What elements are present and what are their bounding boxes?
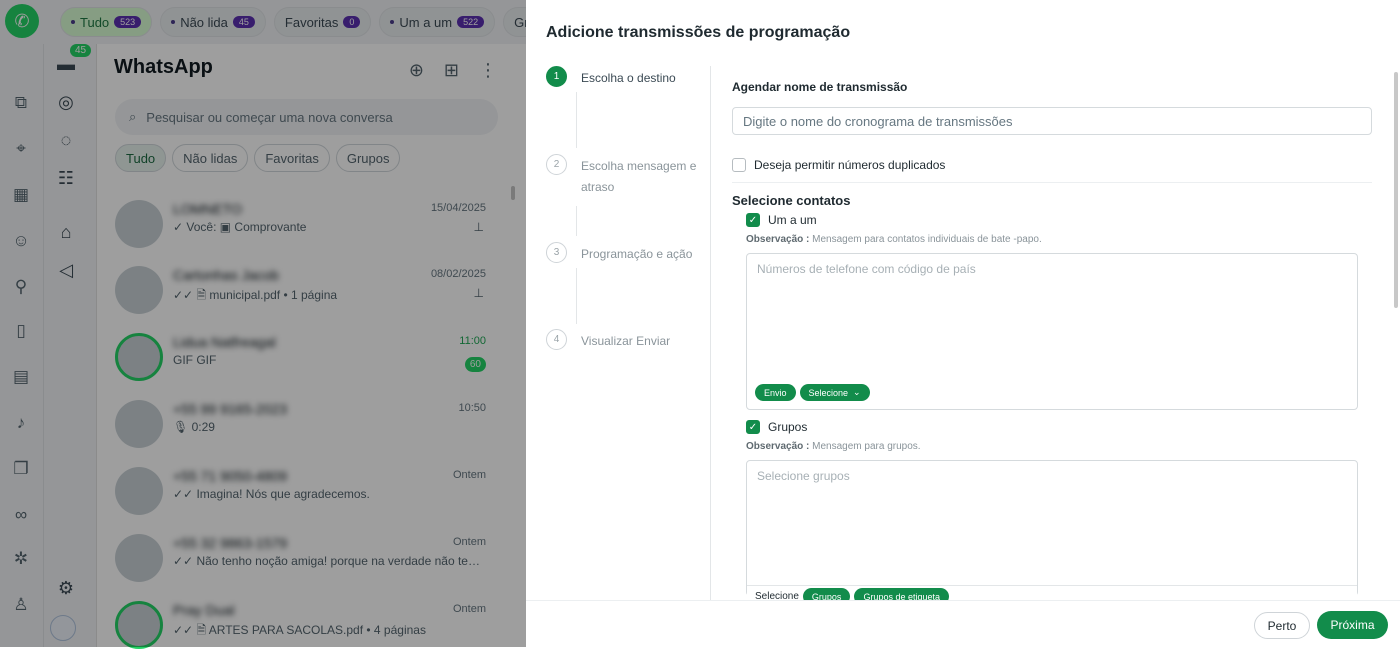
modal-footer: Perto Próxima bbox=[526, 600, 1400, 647]
schedule-broadcast-modal: Adicione transmissões de programação 1 E… bbox=[526, 0, 1400, 647]
send-button[interactable]: Envio bbox=[755, 384, 796, 401]
one-to-one-label: Um a um bbox=[768, 213, 817, 227]
groups-label: Grupos bbox=[768, 420, 808, 434]
one-to-one-note: Observação : Mensagem para contatos indi… bbox=[746, 234, 1042, 245]
modal-title: Adicione transmissões de programação bbox=[546, 24, 851, 41]
phone-box-actions: Envio Selecione ⌄ bbox=[755, 384, 870, 401]
step-number: 4 bbox=[546, 329, 567, 350]
groups-row[interactable]: ✓ Grupos bbox=[746, 420, 807, 434]
broadcast-name-label: Agendar nome de transmissão bbox=[732, 80, 908, 94]
next-button[interactable]: Próxima bbox=[1317, 611, 1388, 639]
modal-backdrop[interactable] bbox=[0, 0, 526, 647]
step-label: Escolha mensagem e atraso bbox=[581, 159, 697, 194]
section-divider bbox=[732, 182, 1372, 183]
broadcast-name-input[interactable]: Digite o nome do cronograma de transmiss… bbox=[732, 107, 1372, 135]
phone-numbers-placeholder: Números de telefone com código de país bbox=[757, 262, 976, 276]
duplicates-checkbox[interactable] bbox=[732, 158, 746, 172]
step-number: 1 bbox=[546, 66, 567, 87]
note-prefix: Observação : bbox=[746, 441, 810, 452]
note-prefix: Observação : bbox=[746, 234, 810, 245]
groups-placeholder: Selecione grupos bbox=[757, 469, 850, 483]
groups-note: Observação : Mensagem para grupos. bbox=[746, 441, 921, 452]
groups-select-box[interactable]: Selecione grupos Selecione Grupos Grupos… bbox=[746, 460, 1358, 607]
step-connector bbox=[576, 92, 577, 148]
note-text: Mensagem para grupos. bbox=[812, 441, 921, 452]
step-label: Visualizar Enviar bbox=[581, 334, 671, 348]
one-to-one-row[interactable]: ✓ Um a um bbox=[746, 213, 817, 227]
duplicates-row[interactable]: Deseja permitir números duplicados bbox=[732, 158, 945, 172]
select-label: Selecione bbox=[808, 387, 849, 398]
one-to-one-checkbox[interactable]: ✓ bbox=[746, 213, 760, 227]
chevron-down-icon: ⌄ bbox=[853, 387, 861, 397]
stepper-divider bbox=[710, 66, 711, 601]
step-connector bbox=[576, 206, 577, 236]
contacts-section-title: Selecione contatos bbox=[732, 193, 851, 208]
modal-scrollbar[interactable] bbox=[1394, 72, 1398, 308]
note-text: Mensagem para contatos individuais de ba… bbox=[812, 234, 1042, 245]
step-number: 2 bbox=[546, 154, 567, 175]
step-number: 3 bbox=[546, 242, 567, 263]
close-button[interactable]: Perto bbox=[1254, 612, 1310, 639]
step-connector bbox=[576, 268, 577, 324]
duplicates-label: Deseja permitir números duplicados bbox=[754, 158, 946, 172]
step-label: Escolha o destino bbox=[581, 71, 676, 85]
phone-numbers-textarea[interactable]: Números de telefone com código de país E… bbox=[746, 253, 1358, 410]
select-dropdown-button[interactable]: Selecione ⌄ bbox=[799, 384, 870, 401]
step-label: Programação e ação bbox=[581, 247, 693, 261]
groups-checkbox[interactable]: ✓ bbox=[746, 420, 760, 434]
stepper: 1 Escolha o destino 2 Escolha mensagem e… bbox=[546, 66, 711, 606]
destination-form: Agendar nome de transmissão Digite o nom… bbox=[732, 80, 1372, 607]
